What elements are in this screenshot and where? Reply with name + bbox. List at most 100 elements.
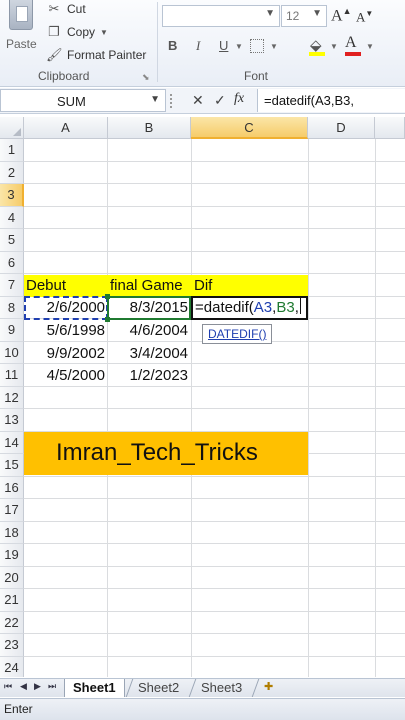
function-tooltip[interactable]: DATEDIF() <box>202 324 273 344</box>
cell-a2[interactable]: Debut <box>26 275 66 297</box>
row-header-12[interactable]: 12 <box>0 386 24 409</box>
first-sheet-icon[interactable]: ⏮ <box>4 681 12 692</box>
gridline <box>24 520 405 522</box>
row-header-21[interactable]: 21 <box>0 589 24 612</box>
chevron-down-icon[interactable]: ▼ <box>150 94 160 105</box>
cell-b4[interactable]: 4/6/2004 <box>108 320 191 342</box>
copy-button[interactable]: ❐ Copy ▼ <box>46 22 108 42</box>
row-header-4[interactable]: 4 <box>0 206 24 229</box>
bold-button[interactable]: B <box>168 38 177 53</box>
gridline <box>24 565 405 567</box>
chevron-down-icon: ▼ <box>265 8 275 19</box>
underline-button[interactable]: U <box>219 38 228 53</box>
gridline <box>24 408 405 409</box>
formula-ref-b3: B3 <box>276 299 295 316</box>
grow-font-button[interactable]: A▲ <box>331 6 351 25</box>
cell-a6[interactable]: 4/5/2000 <box>24 365 108 387</box>
gridline <box>24 273 405 274</box>
grow-font-icon: A <box>331 7 343 25</box>
formula-input[interactable]: =datedif(A3,B3, <box>257 89 405 112</box>
row-header-15[interactable]: 15 <box>0 454 24 477</box>
format-painter-label: Format Painter <box>67 48 147 62</box>
cell-a4[interactable]: 5/6/1998 <box>24 320 108 342</box>
status-bar: Enter <box>0 698 405 720</box>
cell-c2[interactable]: Dif <box>194 275 212 297</box>
cell-b2[interactable]: final Game <box>110 275 183 297</box>
tab-sheet2[interactable]: Sheet2 <box>130 679 187 697</box>
row-header-13[interactable]: 13 <box>0 409 24 432</box>
font-name-select[interactable]: ▼ <box>162 5 280 27</box>
group-divider <box>157 2 158 82</box>
gridline <box>24 250 405 252</box>
row-header-23[interactable]: 23 <box>0 634 24 657</box>
select-all-corner[interactable] <box>0 117 24 139</box>
italic-button[interactable]: I <box>196 38 200 54</box>
chevron-down-icon[interactable]: ▼ <box>235 42 243 51</box>
cell-a5[interactable]: 9/9/2002 <box>24 343 108 365</box>
prev-sheet-icon[interactable]: ◀ <box>20 681 27 692</box>
row-header-18[interactable]: 18 <box>0 521 24 544</box>
row-header-8[interactable]: 8 <box>0 296 24 319</box>
row-header-6[interactable]: 6 <box>0 251 24 274</box>
row-header-22[interactable]: 22 <box>0 611 24 634</box>
row-header-16[interactable]: 16 <box>0 476 24 499</box>
format-painter-button[interactable]: 🖌 Format Painter <box>46 45 146 65</box>
row-header-3[interactable]: 3 <box>0 184 24 207</box>
chevron-down-icon[interactable]: ▼ <box>100 28 108 37</box>
column-header-c[interactable]: C <box>191 117 308 139</box>
chevron-down-icon[interactable]: ▼ <box>270 42 278 51</box>
cell-b3[interactable]: 8/3/2015 <box>108 297 191 319</box>
name-box[interactable]: SUM ▼ <box>0 89 166 112</box>
next-sheet-icon[interactable]: ▶ <box>34 681 41 692</box>
font-color-button[interactable]: A <box>345 34 357 52</box>
cut-button[interactable]: ✂ Cut <box>46 0 86 19</box>
paintbrush-icon: 🖌 <box>46 47 63 62</box>
row-header-1[interactable]: 1 <box>0 139 24 162</box>
chevron-down-icon[interactable]: ▼ <box>330 42 338 51</box>
clipboard-icon <box>9 0 33 30</box>
row-header-11[interactable]: 11 <box>0 364 24 387</box>
dialog-launcher-icon[interactable]: ⬊ <box>142 72 150 83</box>
cell-b6[interactable]: 1/2/2023 <box>108 365 191 387</box>
insert-function-button[interactable]: fx <box>234 91 244 107</box>
insert-sheet-icon[interactable]: ✚ <box>264 680 282 696</box>
status-mode: Enter <box>4 702 33 716</box>
row-header-5[interactable]: 5 <box>0 229 24 252</box>
column-header-a[interactable]: A <box>24 117 108 139</box>
tab-sheet1[interactable]: Sheet1 <box>64 679 125 697</box>
last-sheet-icon[interactable]: ⏭ <box>48 681 56 692</box>
cancel-icon[interactable]: ✕ <box>192 92 204 109</box>
row-header-9[interactable]: 9 <box>0 319 24 342</box>
font-color-swatch <box>345 52 361 56</box>
formula-bar-grip[interactable] <box>170 94 180 108</box>
row-header-19[interactable]: 19 <box>0 544 24 567</box>
row-header-14[interactable]: 14 <box>0 431 24 454</box>
tab-sheet3[interactable]: Sheet3 <box>193 679 250 697</box>
column-header-b[interactable]: B <box>108 117 191 139</box>
row-header-20[interactable]: 20 <box>0 566 24 589</box>
shrink-font-button[interactable]: A▼ <box>356 9 373 25</box>
row-header-10[interactable]: 10 <box>0 341 24 364</box>
ribbon: Paste ✂ Cut ❐ Copy ▼ 🖌 Format Painter Cl… <box>0 0 405 87</box>
column-header-e[interactable] <box>375 117 405 139</box>
chevron-down-icon[interactable]: ▼ <box>366 42 374 51</box>
gridline <box>24 183 405 184</box>
borders-icon[interactable] <box>250 39 264 53</box>
cell-b5[interactable]: 3/4/2004 <box>108 343 191 365</box>
row-header-7[interactable]: 7 <box>0 274 24 297</box>
sheet-tabs-bar: ⏮ ◀ ▶ ⏭ Sheet1 Sheet2 Sheet3 ✚ <box>0 678 405 697</box>
cell-c3-editor[interactable]: =datedif(A3,B3, <box>195 297 301 319</box>
enter-icon[interactable]: ✓ <box>214 92 226 109</box>
paste-label: Paste <box>6 37 37 51</box>
cell-a3[interactable]: 2/6/2000 <box>24 297 108 319</box>
row-header-24[interactable]: 24 <box>0 656 24 677</box>
row-header-2[interactable]: 2 <box>0 161 24 184</box>
gridline <box>24 543 405 544</box>
worksheet-grid[interactable]: A B C D 1 2 3 4 5 6 7 8 9 10 11 12 13 14 15 16 17 18 19 20 2… <box>0 117 405 677</box>
gridline <box>24 655 405 657</box>
row-header-17[interactable]: 17 <box>0 499 24 522</box>
column-header-d[interactable]: D <box>308 117 375 139</box>
chevron-down-icon: ▼ <box>312 8 322 19</box>
font-size-select[interactable]: 12 ▼ <box>281 5 327 27</box>
paste-button[interactable]: Paste <box>2 0 40 66</box>
